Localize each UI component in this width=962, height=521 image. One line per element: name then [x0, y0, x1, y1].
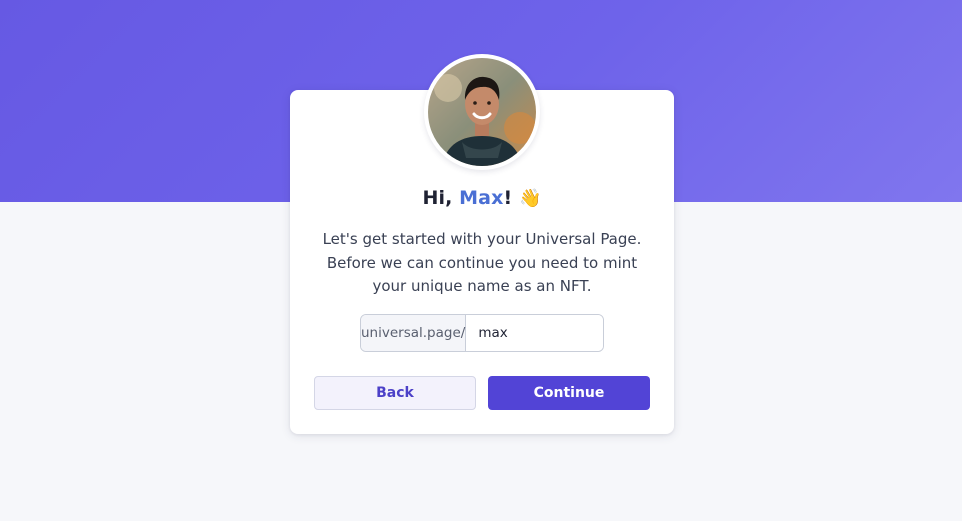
username-url-field: universal.page/ — [360, 314, 604, 352]
instructions-line-2: Before we can continue you need to mint — [326, 253, 638, 272]
greeting-prefix: Hi, — [422, 187, 460, 209]
username-input[interactable] — [466, 315, 603, 351]
greeting-heading: Hi, Max! 👋 — [290, 187, 674, 209]
instructions-line-3: your unique name as an NFT. — [372, 277, 592, 295]
instructions-line-1: Let's get started with your Universal Pa… — [322, 230, 642, 248]
url-prefix-label: universal.page/ — [361, 315, 467, 351]
avatar-photo-icon — [428, 58, 536, 166]
greeting-suffix: ! — [503, 187, 513, 209]
greeting-name: Max — [459, 187, 504, 209]
avatar-photo — [428, 58, 536, 166]
instructions-text: Let's get started with your Universal Pa… — [300, 228, 664, 299]
continue-button[interactable]: Continue — [488, 376, 650, 410]
back-button[interactable]: Back — [314, 376, 476, 410]
wave-icon: 👋 — [518, 188, 542, 209]
avatar — [424, 54, 540, 170]
